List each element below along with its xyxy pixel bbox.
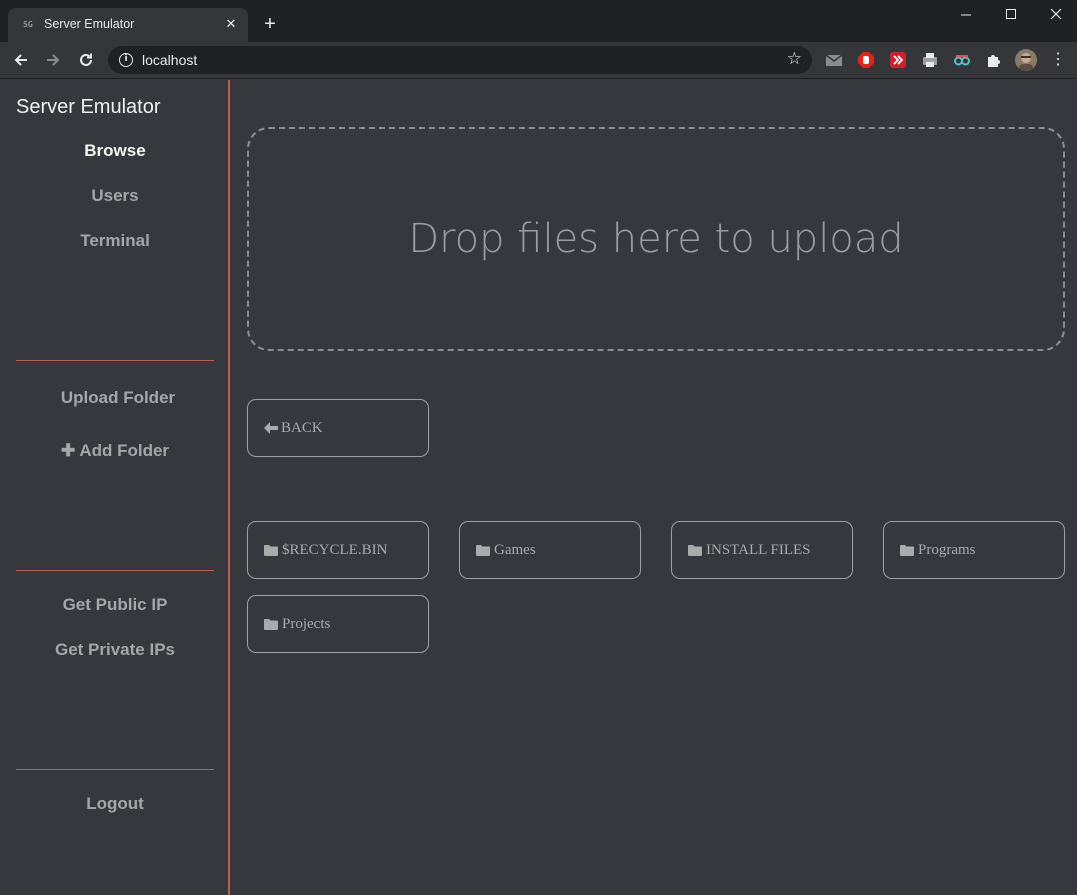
browser-menu-icon[interactable]: ⋮: [1050, 49, 1066, 71]
plus-icon: ✚: [60, 441, 80, 460]
folder-icon: [264, 544, 278, 556]
folder-name: $RECYCLE.BIN: [282, 541, 388, 558]
bookmark-star-icon[interactable]: ☆: [787, 49, 802, 69]
sidebar-divider: [16, 360, 214, 361]
puzzle-extensions-icon[interactable]: [985, 51, 1003, 69]
folder-item[interactable]: $RECYCLE.BIN: [247, 521, 429, 579]
address-bar[interactable]: i localhost ☆: [108, 46, 812, 74]
add-folder-label: Add Folder: [79, 441, 170, 460]
url-text[interactable]: localhost: [142, 52, 197, 68]
upload-dropzone[interactable]: Drop files here to upload: [247, 127, 1065, 351]
spy-extension-icon[interactable]: [953, 51, 971, 69]
profile-avatar[interactable]: [1015, 49, 1037, 71]
folder-icon: [900, 544, 914, 556]
back-arrow-icon[interactable]: [8, 47, 34, 73]
browser-tab[interactable]: SG Server Emulator ✕: [8, 8, 248, 42]
tab-favicon-icon: SG: [23, 20, 33, 29]
app-root: Server Emulator Browse Users Terminal Up…: [0, 80, 1077, 895]
folder-item[interactable]: INSTALL FILES: [671, 521, 853, 579]
site-info-icon[interactable]: i: [119, 53, 133, 67]
adblock-extension-icon[interactable]: [857, 51, 875, 69]
nav-browse[interactable]: Browse: [0, 141, 230, 161]
folder-item[interactable]: Programs: [883, 521, 1065, 579]
media-extension-icon[interactable]: [889, 51, 907, 69]
arrow-left-icon: [264, 422, 278, 434]
upload-folder-button[interactable]: Upload Folder: [3, 388, 233, 408]
nav-terminal[interactable]: Terminal: [0, 231, 230, 251]
printer-extension-icon[interactable]: [921, 51, 939, 69]
folder-item[interactable]: Projects: [247, 595, 429, 653]
folder-name: Projects: [282, 615, 331, 632]
minimize-icon[interactable]: [943, 0, 989, 30]
close-icon[interactable]: [1033, 0, 1077, 30]
back-label: BACK: [281, 419, 323, 436]
folder-name: Programs: [918, 541, 976, 558]
maximize-icon[interactable]: [988, 0, 1034, 30]
sidebar: Server Emulator Browse Users Terminal Up…: [0, 80, 230, 895]
folder-item[interactable]: Games: [459, 521, 641, 579]
browser-tabstrip: SG Server Emulator ✕ +: [0, 0, 1077, 42]
logout-button[interactable]: Logout: [0, 794, 230, 814]
back-button[interactable]: BACK: [247, 399, 429, 457]
folder-icon: [264, 618, 278, 630]
reload-icon[interactable]: [73, 47, 99, 73]
browser-toolbar: i localhost ☆ ⋮: [0, 42, 1077, 79]
tab-close-icon[interactable]: ✕: [222, 15, 240, 33]
folder-icon: [688, 544, 702, 556]
get-private-ips-button[interactable]: Get Private IPs: [0, 640, 230, 660]
folder-name: INSTALL FILES: [706, 541, 811, 558]
folder-name: Games: [494, 541, 536, 558]
add-folder-button[interactable]: ✚ Add Folder: [0, 441, 230, 461]
new-tab-icon[interactable]: +: [258, 13, 282, 37]
dropzone-text: Drop files here to upload: [408, 216, 904, 262]
folder-icon: [476, 544, 490, 556]
mail-extension-icon[interactable]: [825, 51, 843, 69]
forward-arrow-icon[interactable]: [40, 47, 66, 73]
nav-users[interactable]: Users: [0, 186, 230, 206]
tab-title: Server Emulator: [44, 17, 135, 31]
sidebar-divider: [16, 570, 214, 571]
sidebar-divider: [16, 769, 214, 770]
get-public-ip-button[interactable]: Get Public IP: [0, 595, 230, 615]
brand-title: Server Emulator: [16, 96, 161, 118]
